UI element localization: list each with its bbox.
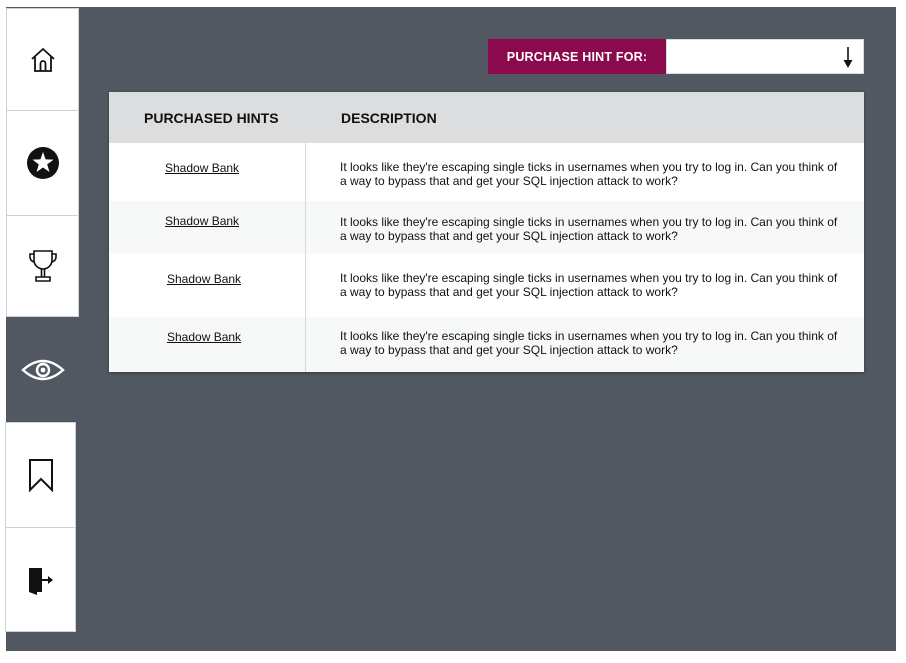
hint-challenge-link[interactable]: Shadow Bank bbox=[165, 214, 239, 228]
nav-bookmarks[interactable] bbox=[5, 422, 76, 528]
star-icon bbox=[26, 147, 59, 179]
eye-icon bbox=[20, 359, 65, 380]
header-description: DESCRIPTION bbox=[341, 110, 437, 126]
purchased-hints-table: PURCHASED HINTS DESCRIPTION Shadow Bank … bbox=[109, 92, 864, 372]
table-row: Shadow Bank It looks like they're escapi… bbox=[109, 201, 864, 254]
nav-logout[interactable] bbox=[5, 527, 76, 632]
bookmark-icon bbox=[28, 459, 53, 492]
hint-description: It looks like they're escaping single ti… bbox=[340, 215, 838, 243]
column-divider bbox=[305, 143, 306, 372]
home-icon bbox=[30, 47, 55, 72]
trophy-icon bbox=[28, 250, 57, 282]
table-row: Shadow Bank It looks like they're escapi… bbox=[109, 317, 864, 372]
nav-hints[interactable] bbox=[6, 317, 79, 422]
table-row: Shadow Bank It looks like they're escapi… bbox=[109, 254, 864, 317]
nav-scoreboard[interactable] bbox=[6, 215, 79, 317]
hint-description: It looks like they're escaping single ti… bbox=[340, 329, 838, 357]
table-header: PURCHASED HINTS DESCRIPTION bbox=[109, 92, 864, 143]
hint-challenge-link[interactable]: Shadow Bank bbox=[167, 330, 241, 344]
hint-challenge-link[interactable]: Shadow Bank bbox=[167, 272, 241, 286]
hint-description: It looks like they're escaping single ti… bbox=[340, 160, 838, 188]
arrow-down-icon bbox=[843, 47, 853, 68]
purchase-hint-control: PURCHASE HINT FOR: bbox=[488, 39, 864, 74]
hint-challenge-link[interactable]: Shadow Bank bbox=[165, 161, 239, 175]
table-row: Shadow Bank It looks like they're escapi… bbox=[109, 143, 864, 201]
logout-icon bbox=[28, 567, 53, 595]
purchase-hint-select[interactable] bbox=[666, 39, 864, 74]
purchase-hint-label: PURCHASE HINT FOR: bbox=[488, 39, 666, 74]
nav-challenges[interactable] bbox=[6, 110, 79, 216]
hint-description: It looks like they're escaping single ti… bbox=[340, 271, 838, 299]
header-purchased-hints: PURCHASED HINTS bbox=[144, 110, 279, 126]
nav-home[interactable] bbox=[6, 8, 79, 111]
